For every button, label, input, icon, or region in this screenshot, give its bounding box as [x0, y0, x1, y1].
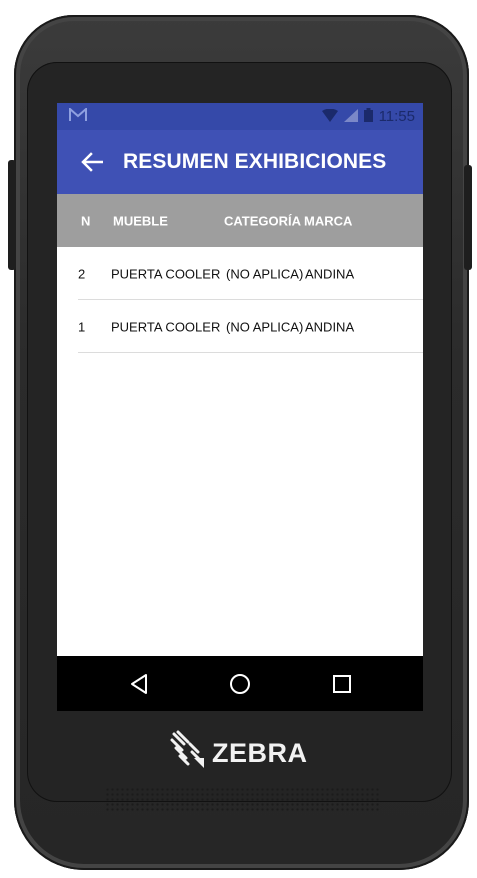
- cell-marca: ANDINA: [305, 266, 355, 281]
- signal-icon: [343, 108, 358, 125]
- back-icon[interactable]: [127, 672, 151, 696]
- page-title: RESUMEN EXHIBICIONES: [123, 150, 387, 173]
- column-header-mueble: MUEBLE: [113, 213, 168, 228]
- column-header-marca: MARCA: [304, 213, 353, 228]
- cell-categoria: (NO APLICA): [226, 319, 304, 334]
- cell-mueble: PUERTA COOLER: [111, 266, 221, 281]
- column-header-n: N: [81, 213, 91, 228]
- cell-categoria: (NO APLICA): [226, 266, 304, 281]
- brand-name: ZEBRA: [212, 738, 308, 768]
- table-header: N MUEBLE CATEGORÍA MARCA: [57, 194, 423, 247]
- zebra-head-icon: [170, 730, 206, 777]
- column-header-categoria: CATEGORÍA: [224, 213, 302, 228]
- back-arrow-icon[interactable]: [81, 152, 107, 172]
- phone-screen: 11:55 RESUMEN EXHIBICIONES N MUEBLE CATE…: [57, 103, 423, 711]
- home-icon[interactable]: [228, 672, 252, 696]
- cell-marca: ANDINA: [305, 319, 355, 334]
- battery-icon: [363, 108, 373, 125]
- gmail-m-icon: [69, 106, 87, 125]
- speaker-grille: [105, 787, 380, 813]
- table-row[interactable]: 2 PUERTA COOLER (NO APLICA) ANDINA: [57, 247, 423, 300]
- row-divider: [78, 352, 423, 353]
- cell-mueble: PUERTA COOLER: [111, 319, 221, 334]
- wifi-icon: [321, 108, 338, 125]
- android-nav-bar: [57, 656, 423, 711]
- cell-n: 1: [78, 319, 86, 334]
- device-left-button: [8, 160, 16, 270]
- zebra-logo: ZEBRA: [170, 730, 308, 777]
- app-bar: RESUMEN EXHIBICIONES: [57, 130, 423, 194]
- table-row[interactable]: 1 PUERTA COOLER (NO APLICA) ANDINA: [57, 300, 423, 353]
- cell-n: 2: [78, 266, 86, 281]
- clock: 11:55: [378, 108, 415, 125]
- device-right-button: [464, 165, 472, 270]
- status-bar: 11:55: [57, 103, 423, 130]
- recents-icon[interactable]: [330, 672, 354, 696]
